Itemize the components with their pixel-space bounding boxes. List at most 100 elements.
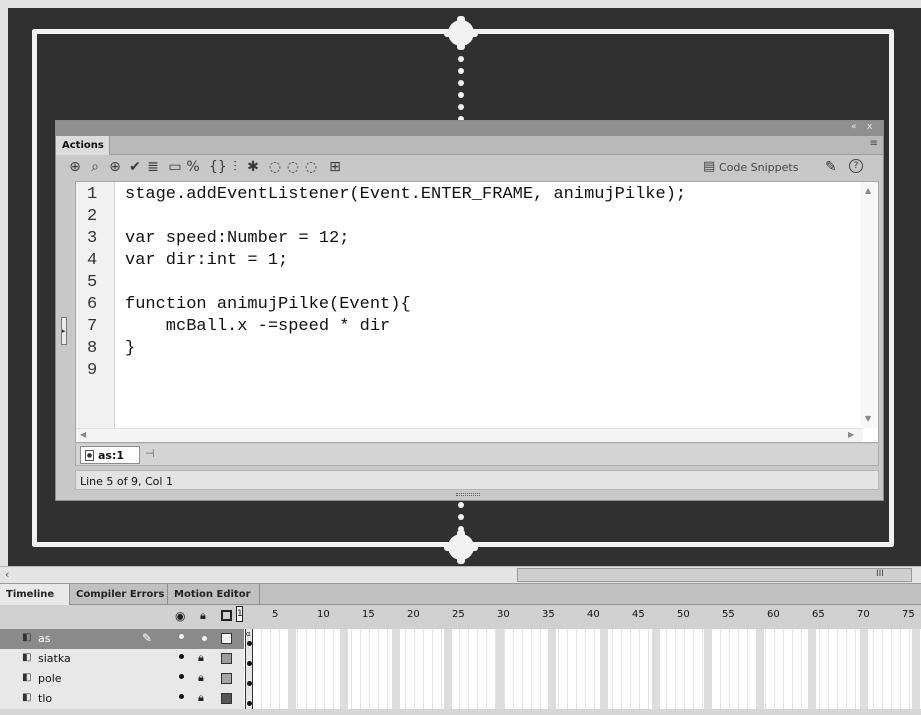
script-tab[interactable]: ● as:1 [80,446,140,464]
layer-label-area[interactable]: ◧ pole 🔒︎ [0,669,244,689]
collapse-selection-icon[interactable]: ⫶ [227,159,243,175]
stage-horizontal-scrollbar[interactable]: ‹ III [0,566,921,583]
visibility-toggle[interactable] [179,634,184,639]
outline-toggle[interactable] [221,673,232,684]
code-line[interactable]: var speed:Number = 12; [125,228,349,250]
scrollbar-thumb[interactable] [517,568,912,582]
pin-script-icon[interactable]: ⊣ [145,447,155,460]
layer-row-pole[interactable]: ◧ pole 🔒︎ [0,669,921,689]
apply-line-comment-icon[interactable]: ◌ [285,159,301,175]
frame-number: 30 [497,609,510,620]
lock-icon[interactable]: 🔒︎ [198,651,204,665]
layer-frames[interactable] [244,669,921,689]
add-statement-icon[interactable]: ⊕ [67,159,83,175]
code-line[interactable]: var dir:int = 1; [125,250,288,272]
script-tab-label: as:1 [98,449,125,462]
panel-titlebar[interactable]: « x [56,121,883,136]
collapse-between-braces-icon[interactable]: {} [209,159,227,175]
layer-label-area[interactable]: ◧ siatka 🔒︎ [0,649,244,669]
scroll-left-icon[interactable]: ◀ [80,430,86,439]
remove-comment-icon[interactable]: ◌ [303,159,319,175]
pencil-icon: ✎ [142,631,153,645]
net-dot [458,68,464,74]
outline-all-icon[interactable] [221,610,232,621]
panel-resize-grip[interactable] [456,493,480,496]
auto-format-icon[interactable]: ≣ [145,159,161,175]
script-editor[interactable]: 1 2 3 4 5 6 7 8 9 stage.addEventListener… [75,181,879,443]
lock-icon[interactable]: 🔒︎ [198,691,204,705]
playhead[interactable]: 1 [236,606,243,622]
layer-name[interactable]: siatka [38,652,71,665]
keyframe-dot [247,681,252,686]
code-line[interactable]: } [125,338,135,360]
layer-row-tlo[interactable]: ◧ tlo 🔒︎ [0,689,921,709]
keyframe[interactable] [245,669,253,689]
frame-number: 35 [542,609,555,620]
scroll-up-icon[interactable]: ▲ [865,186,871,195]
panel-menu-icon[interactable]: ≡ [870,138,878,149]
check-syntax-icon[interactable]: ✔ [127,159,143,175]
code-line[interactable]: mcBall.x -=speed * dir [125,316,390,338]
lock-all-icon[interactable]: 🔒︎ [200,609,206,623]
frame-number: 70 [857,609,870,620]
lock-icon[interactable]: 🔒︎ [198,671,204,685]
editor-horizontal-scrollbar[interactable]: ◀ ▶ [76,428,863,442]
layer-row-siatka[interactable]: ◧ siatka 🔒︎ [0,649,921,669]
outline-toggle[interactable] [221,633,232,644]
close-panel-icon[interactable]: x [867,122,872,132]
line-number: 5 [87,273,98,292]
tab-actions[interactable]: Actions [56,136,110,155]
editor-vertical-scrollbar[interactable]: ▲ ▼ [861,182,878,428]
outline-toggle[interactable] [221,653,232,664]
scrollbar-grip[interactable]: III [876,569,884,579]
lock-toggle[interactable] [202,636,207,641]
visibility-toggle[interactable] [179,654,184,659]
layer-name[interactable]: tlo [38,692,52,705]
apply-block-comment-icon[interactable]: ◌ [267,159,283,175]
line-number: 3 [87,229,98,248]
layer-name[interactable]: as [38,632,50,645]
visibility-toggle[interactable] [179,694,184,699]
find-icon[interactable]: ⌕ [87,159,103,175]
layer-frames[interactable] [244,649,921,669]
layer-frames[interactable] [244,689,921,709]
show-code-hint-icon[interactable]: ▭ [167,159,183,175]
code-line[interactable]: function animujPilke(Event){ [125,294,411,316]
frame-number: 10 [317,609,330,620]
timeline-header: ◉ 🔒︎ 1 5 10 15 20 25 30 35 40 45 50 55 6… [0,605,921,629]
net-dot [458,104,464,110]
scroll-left-icon[interactable]: ‹ [5,568,9,581]
line-number: 8 [87,339,98,358]
layer-row-as[interactable]: ◧ as ✎ α [0,629,921,649]
layer-label-area[interactable]: ◧ as ✎ [0,629,244,649]
scroll-right-icon[interactable]: ▶ [848,430,854,439]
outline-toggle[interactable] [221,693,232,704]
toolbox-collapse-handle[interactable]: ▸ [61,317,67,345]
layer-name[interactable]: pole [38,672,62,685]
script-assist-wand-icon[interactable]: ✎ [825,159,837,175]
debug-options-icon[interactable]: % [185,159,201,175]
collapse-panel-icon[interactable]: « [851,122,857,132]
code-snippets-icon[interactable]: ▤ [703,159,715,174]
expand-all-icon[interactable]: ✱ [245,159,261,175]
tab-compiler-errors[interactable]: Compiler Errors [70,584,168,605]
keyframe[interactable] [245,689,253,709]
show-hide-toolbox-icon[interactable]: ⊞ [327,159,343,175]
help-icon[interactable]: ? [849,159,863,173]
layer-frames[interactable]: α [244,629,921,649]
line-number: 6 [87,295,98,314]
net-top-gear [444,16,478,50]
keyframe[interactable] [245,649,253,669]
scroll-down-icon[interactable]: ▼ [865,414,871,423]
court-right-line [889,29,894,547]
layer-label-area[interactable]: ◧ tlo 🔒︎ [0,689,244,709]
insert-target-path-icon[interactable]: ⊕ [107,159,123,175]
tab-timeline[interactable]: Timeline [0,584,70,605]
code-snippets-button[interactable]: Code Snippets [719,161,798,174]
net-dot [458,92,464,98]
code-line[interactable]: stage.addEventListener(Event.ENTER_FRAME… [125,184,686,206]
tab-motion-editor[interactable]: Motion Editor [168,584,260,605]
keyframe[interactable]: α [245,629,253,649]
show-hide-all-eye-icon[interactable]: ◉ [175,609,185,623]
visibility-toggle[interactable] [179,674,184,679]
